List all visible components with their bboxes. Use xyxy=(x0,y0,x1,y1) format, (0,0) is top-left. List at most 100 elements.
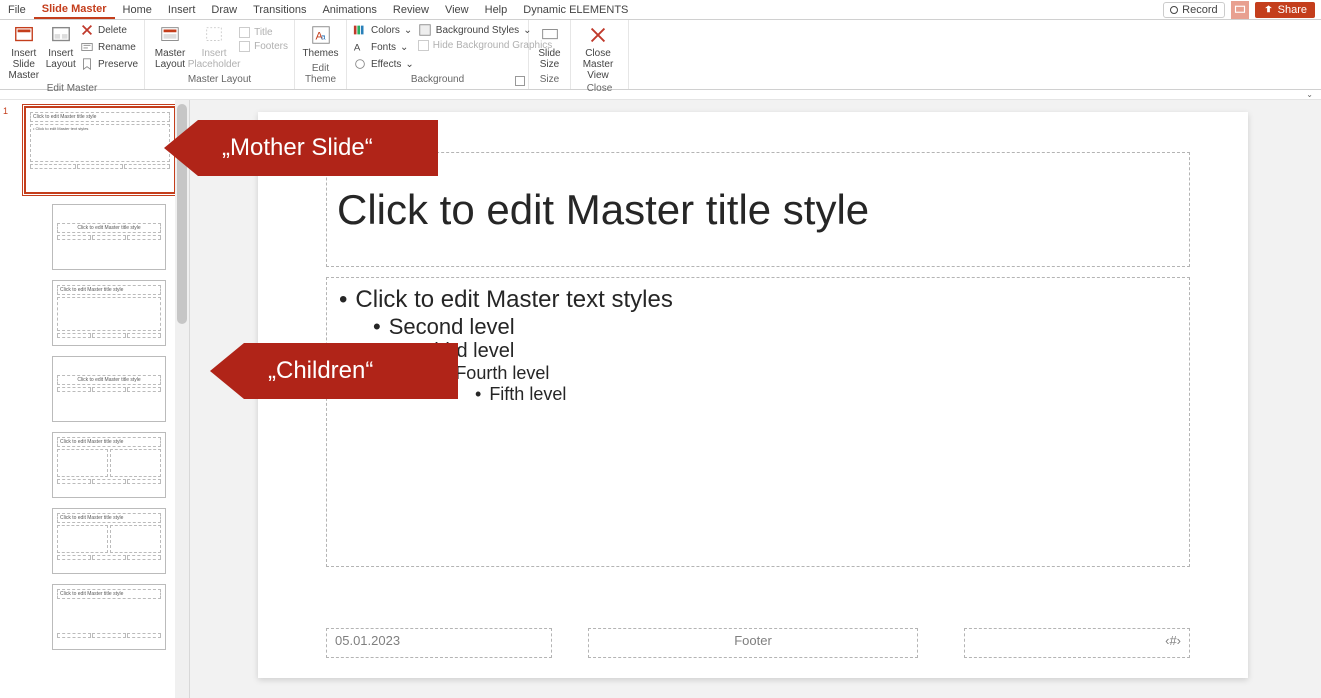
preserve-icon xyxy=(80,57,94,71)
tab-insert[interactable]: Insert xyxy=(160,2,204,18)
effects-button[interactable]: Effects⌄ xyxy=(353,56,414,72)
themes-button[interactable]: Aa Themes xyxy=(301,22,340,59)
insert-layout-button[interactable]: Insert Layout xyxy=(46,22,76,70)
tab-dynamic-elements[interactable]: Dynamic ELEMENTS xyxy=(515,2,636,18)
record-icon xyxy=(1170,6,1178,14)
title-chk-label: Title xyxy=(254,27,273,38)
background-dialog-launcher[interactable] xyxy=(515,76,525,86)
fonts-icon: A xyxy=(353,40,367,54)
preserve-button[interactable]: Preserve xyxy=(80,56,138,72)
chevron-down-icon: ⌄ xyxy=(405,59,413,70)
thumb-layout-3[interactable]: Click to edit Master title style xyxy=(52,356,166,422)
svg-text:A: A xyxy=(354,43,361,54)
tab-home[interactable]: Home xyxy=(115,2,160,18)
chevron-down-icon: ⌄ xyxy=(400,42,408,53)
slide-master-icon xyxy=(13,24,35,46)
share-label: Share xyxy=(1278,4,1307,16)
tab-view[interactable]: View xyxy=(437,2,477,18)
insert-placeholder-button: Insert Placeholder xyxy=(193,22,235,70)
insert-placeholder-label: Insert Placeholder xyxy=(188,48,241,70)
body-l2: Second level xyxy=(389,314,515,340)
title-placeholder[interactable]: Click to edit Master title style xyxy=(326,152,1190,267)
effects-icon xyxy=(353,57,367,71)
thumb-layout-title: Click to edit Master title style xyxy=(57,375,161,385)
thumb-master[interactable]: Click to edit Master title style • Click… xyxy=(24,106,176,194)
fonts-button[interactable]: A Fonts ⌄ xyxy=(353,39,414,55)
ribbon: Insert Slide Master Insert Layout Delete… xyxy=(0,20,1321,90)
fonts-label: Fonts xyxy=(371,42,396,53)
share-button[interactable]: Share xyxy=(1255,2,1315,18)
body-placeholder[interactable]: •Click to edit Master text styles •Secon… xyxy=(326,277,1190,567)
delete-icon xyxy=(80,23,94,37)
body-l1: Click to edit Master text styles xyxy=(355,286,672,314)
thumb-layout-title: Click to edit Master title style xyxy=(57,223,161,233)
thumb-body xyxy=(57,297,161,331)
tab-animations[interactable]: Animations xyxy=(314,2,384,18)
checkbox-icon xyxy=(418,40,429,51)
thumb-scrollbar[interactable] xyxy=(175,100,189,698)
group-edit-master: Insert Slide Master Insert Layout Delete… xyxy=(0,20,145,89)
hide-bg-label: Hide Background Graphics xyxy=(433,40,553,51)
thumb-master-title: Click to edit Master title style xyxy=(30,112,170,122)
master-layout-button[interactable]: Master Layout xyxy=(151,22,189,70)
delete-button[interactable]: Delete xyxy=(80,22,138,38)
themes-icon: Aa xyxy=(310,24,332,46)
placeholder-icon xyxy=(203,24,225,46)
group-close: Close Master View Close xyxy=(571,20,629,89)
present-button[interactable] xyxy=(1231,1,1249,19)
thumb-layout-6[interactable]: Click to edit Master title style xyxy=(52,584,166,650)
thumb-layout-1[interactable]: Click to edit Master title style xyxy=(52,204,166,270)
insert-slide-master-label: Insert Slide Master xyxy=(6,48,42,81)
date-text: 05.01.2023 xyxy=(335,633,400,648)
svg-text:a: a xyxy=(321,33,326,42)
thumb-layout-title: Click to edit Master title style xyxy=(57,513,161,523)
canvas-area[interactable]: Click to edit Master title style •Click … xyxy=(190,100,1321,698)
record-button[interactable]: Record xyxy=(1163,2,1224,18)
master-layout-icon xyxy=(159,24,181,46)
close-icon xyxy=(587,24,609,46)
close-master-view-button[interactable]: Close Master View xyxy=(577,22,619,81)
preserve-label: Preserve xyxy=(98,59,138,70)
body-l5: Fifth level xyxy=(489,384,566,405)
tab-help[interactable]: Help xyxy=(477,2,516,18)
thumb-layout-2[interactable]: Click to edit Master title style xyxy=(52,280,166,346)
group-size-label: Size xyxy=(535,72,564,87)
tab-draw[interactable]: Draw xyxy=(203,2,245,18)
background-styles-button[interactable]: Background Styles⌄ xyxy=(418,22,553,38)
master-layout-label: Master Layout xyxy=(151,48,189,70)
main-area: 1 Click to edit Master title style • Cli… xyxy=(0,100,1321,698)
thumb-layout-5[interactable]: Click to edit Master title style xyxy=(52,508,166,574)
thumb-layout-4[interactable]: Click to edit Master title style xyxy=(52,432,166,498)
tab-transitions[interactable]: Transitions xyxy=(245,2,314,18)
rename-button[interactable]: Rename xyxy=(80,39,138,55)
tab-file[interactable]: File xyxy=(0,2,34,18)
themes-label: Themes xyxy=(302,48,338,59)
checkbox-icon xyxy=(239,41,250,52)
colors-icon xyxy=(353,23,367,37)
footer-placeholder[interactable]: Footer xyxy=(588,628,918,658)
ribbon-collapse[interactable]: ⌄ xyxy=(0,90,1321,100)
tab-slide-master[interactable]: Slide Master xyxy=(34,1,115,19)
rename-icon xyxy=(80,40,94,54)
group-master-layout: Master Layout Insert Placeholder Title F… xyxy=(145,20,295,89)
tab-bar: File Slide Master Home Insert Draw Trans… xyxy=(0,0,1321,20)
slide-number-placeholder[interactable]: ‹#› xyxy=(964,628,1190,658)
date-placeholder[interactable]: 05.01.2023 xyxy=(326,628,552,658)
footer-text: Footer xyxy=(734,633,772,648)
group-master-layout-label: Master Layout xyxy=(151,72,288,87)
insert-slide-master-button[interactable]: Insert Slide Master xyxy=(6,22,42,81)
colors-button[interactable]: Colors⌄ xyxy=(353,22,414,38)
body-l4: Fourth level xyxy=(455,363,549,384)
thumb-layout-title: Click to edit Master title style xyxy=(57,437,161,447)
close-master-label: Close Master View xyxy=(577,48,619,81)
thumbnail-panel: 1 Click to edit Master title style • Cli… xyxy=(0,100,190,698)
title-checkbox: Title xyxy=(239,26,288,39)
chevron-down-icon: ⌄ xyxy=(404,25,412,36)
tab-review[interactable]: Review xyxy=(385,2,437,18)
chevron-down-icon: ⌄ xyxy=(523,25,531,36)
group-background-label: Background xyxy=(353,72,522,87)
callout-mother-slide: „Mother Slide“ xyxy=(198,120,438,176)
group-edit-master-label: Edit Master xyxy=(6,81,138,96)
group-edit-theme-label: Edit Theme xyxy=(301,61,340,87)
callout-mother-text: „Mother Slide“ xyxy=(222,134,373,162)
